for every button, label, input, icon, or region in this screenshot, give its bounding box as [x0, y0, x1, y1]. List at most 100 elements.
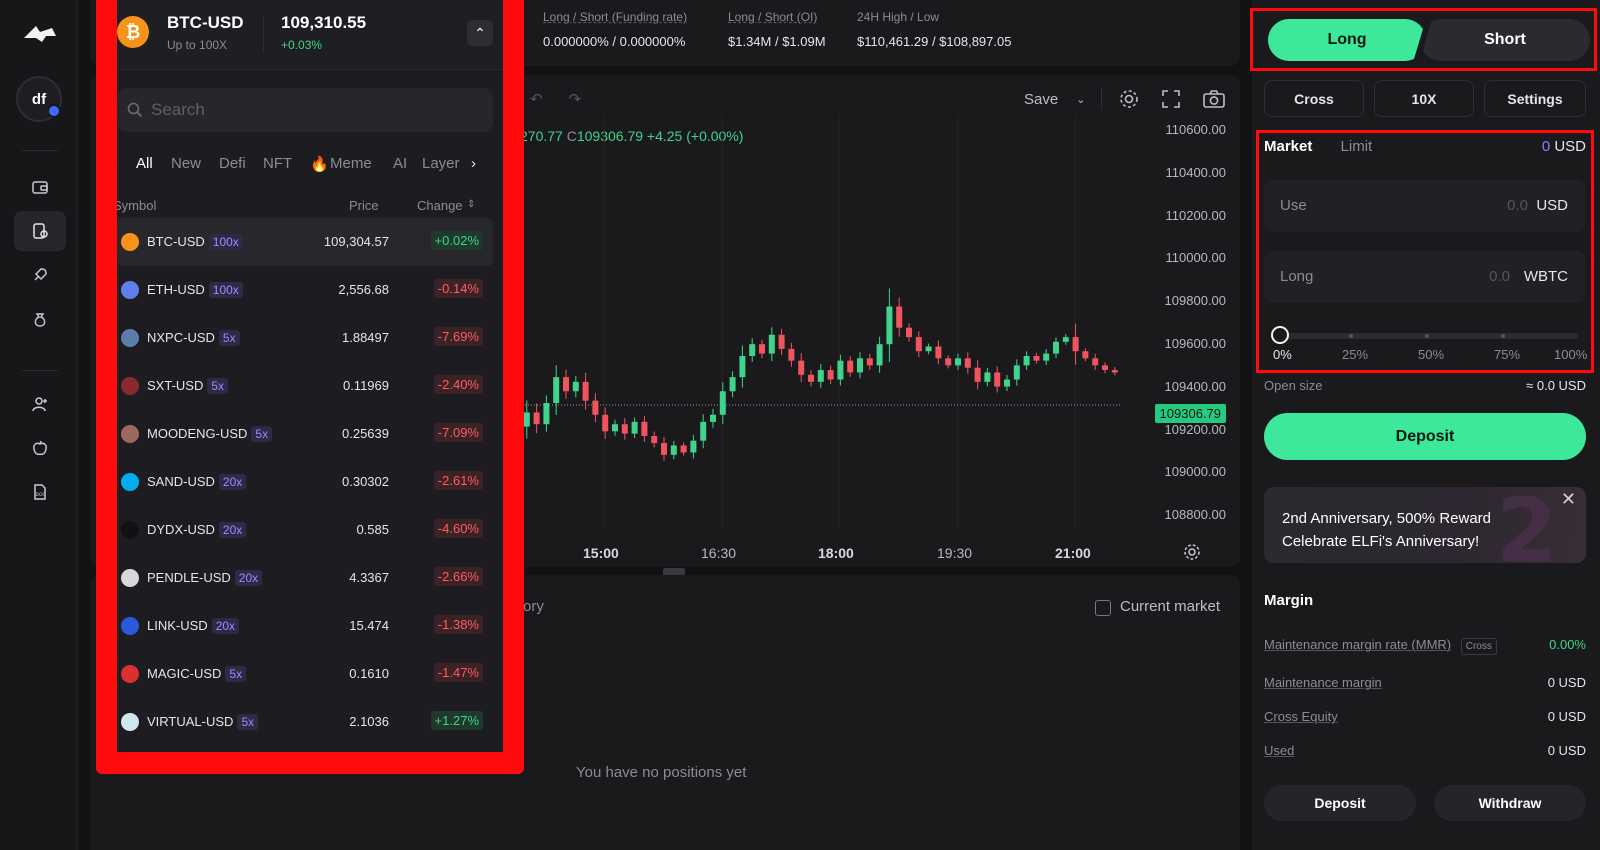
long-button[interactable]: Long [1268, 19, 1426, 61]
search-box[interactable] [117, 88, 493, 132]
market-row-change: +0.02% [430, 231, 483, 250]
candle [651, 435, 658, 444]
deposit-button[interactable]: Deposit [1264, 413, 1586, 460]
row-symbol-text: SXT-USD [147, 378, 204, 393]
margin-label[interactable]: Cross Equity [1264, 709, 1338, 724]
apple-icon[interactable] [14, 428, 66, 468]
tab-all[interactable]: All [136, 155, 153, 172]
slider-tick[interactable]: 25% [1342, 347, 1368, 362]
leverage-badge: 20x [211, 618, 240, 634]
long-value[interactable]: 0.0 [1489, 268, 1510, 285]
docs-icon[interactable]: DOC [14, 472, 66, 512]
candle [533, 412, 540, 425]
market-row[interactable]: SXT-USD 5x 0.11969 -2.40% [117, 362, 493, 410]
chevron-up-icon[interactable]: ⌃ [467, 20, 493, 46]
add-user-icon[interactable] [14, 384, 66, 424]
stat-value: $110,461.29 / $108,897.05 [857, 34, 1012, 49]
current-market-label[interactable]: Current market [1120, 598, 1220, 615]
margin-value: 0 USD [1547, 709, 1586, 724]
market-row[interactable]: BTC-USD 100x 109,304.57 +0.02% [117, 218, 493, 266]
candle [680, 445, 687, 453]
tab-limit[interactable]: Limit [1341, 138, 1373, 155]
leverage-button[interactable]: 10X [1374, 80, 1474, 117]
y-tick-label: 110000.00 [1165, 250, 1227, 266]
chevron-right-icon[interactable]: › [471, 155, 476, 172]
wallet-icon[interactable] [14, 167, 66, 207]
margin-deposit-button[interactable]: Deposit [1264, 785, 1416, 821]
app-logo-icon[interactable] [22, 22, 58, 46]
short-button[interactable]: Short [1420, 19, 1590, 61]
y-tick-label: 109600.00 [1164, 336, 1226, 351]
margin-label[interactable]: Maintenance margin [1264, 675, 1382, 690]
tab-layer[interactable]: Layer [422, 155, 460, 172]
close-icon[interactable]: ✕ [1561, 489, 1576, 510]
market-row[interactable]: DYDX-USD 20x 0.585 -4.60% [117, 506, 493, 554]
promo-banner[interactable]: 2 2nd Anniversary, 500% Reward Celebrate… [1264, 487, 1586, 563]
stat-label[interactable]: Long / Short (Funding rate) [543, 10, 687, 24]
market-row[interactable]: VIRTUAL-USD 5x 2.1036 +1.27% [117, 698, 493, 746]
search-input[interactable] [151, 88, 481, 132]
use-amount-field[interactable]: Use 0.0 USD [1264, 180, 1586, 232]
trade-icon[interactable] [14, 211, 66, 251]
market-leverage-note: Up to 100X [167, 38, 228, 52]
margin-label[interactable]: Used [1264, 743, 1294, 758]
market-symbol: BTC-USD [167, 13, 244, 32]
chevron-left-icon[interactable]: ‹ [117, 155, 118, 172]
x-tick-label: 15:00 [583, 545, 619, 561]
market-row[interactable]: MAGIC-USD 5x 0.1610 -1.47% [117, 650, 493, 698]
long-amount-field[interactable]: Long 0.0 WBTC [1264, 251, 1586, 303]
slider-tick[interactable]: 0% [1273, 347, 1292, 362]
leverage-badge: 5x [218, 330, 240, 346]
tab-history[interactable]: ory [523, 598, 544, 615]
long-unit: WBTC [1523, 268, 1568, 285]
candle [964, 358, 971, 368]
withdraw-button[interactable]: Withdraw [1434, 785, 1586, 821]
avatar[interactable]: df [16, 76, 62, 122]
margin-mode-button[interactable]: Cross [1264, 80, 1364, 117]
current-market-checkbox[interactable] [1095, 600, 1111, 616]
tab-meme[interactable]: Meme [330, 155, 372, 172]
settings-button[interactable]: Settings [1484, 80, 1586, 117]
market-row[interactable]: NXPC-USD 5x 1.88497 -7.69% [117, 314, 493, 362]
market-row-symbol: BTC-USD 100x [147, 234, 243, 250]
x-tick-label: 19:30 [937, 545, 973, 561]
tab-market[interactable]: Market [1264, 138, 1312, 155]
slider-tick[interactable]: 100% [1554, 347, 1587, 362]
market-row[interactable]: LINK-USD 20x 15.474 -1.38% [117, 602, 493, 650]
market-row[interactable]: PENDLE-USD 20x 4.3367 -2.66% [117, 554, 493, 602]
market-row[interactable]: SAND-USD 20x 0.30302 -2.61% [117, 458, 493, 506]
coin-icon [121, 233, 139, 251]
tab-nft[interactable]: NFT [263, 155, 292, 172]
sort-icon[interactable]: ⇕ [467, 199, 475, 210]
chart-settings-icon[interactable] [1183, 543, 1201, 561]
candle [778, 334, 785, 349]
row-symbol-text: DYDX-USD [147, 522, 215, 537]
market-row[interactable]: MOODENG-USD 5x 0.25639 -7.09% [117, 410, 493, 458]
candle [1013, 365, 1020, 380]
rocket-icon[interactable] [14, 255, 66, 295]
slider-tick[interactable]: 75% [1494, 347, 1520, 362]
candle [1111, 370, 1118, 373]
tab-new[interactable]: New [171, 155, 201, 172]
market-header[interactable]: ₿ BTC-USD Up to 100X 109,310.55 +0.03% ⌃ [117, 0, 503, 70]
open-size-row: Open size ≈ 0.0 USD [1264, 378, 1586, 393]
market-row-price: 0.11969 [342, 378, 389, 393]
column-change[interactable]: Change [417, 198, 463, 213]
tab-ai[interactable]: AI [393, 155, 407, 172]
leverage-badge: 20x [234, 570, 263, 586]
market-row-symbol: DYDX-USD 20x [147, 522, 247, 538]
tab-defi[interactable]: Defi [219, 155, 246, 172]
stat-label[interactable]: Long / Short (OI) [728, 10, 826, 24]
bag-icon[interactable] [14, 299, 66, 339]
order-type-tabs: Market Limit 0 USD [1264, 138, 1586, 155]
stat-value: 0.000000% / 0.000000% [543, 34, 686, 49]
btc-icon: ₿ [117, 16, 149, 48]
candle [1043, 353, 1050, 361]
market-row-change: -2.40% [433, 375, 483, 394]
market-row[interactable]: ETH-USD 100x 2,556.68 -0.14% [117, 266, 493, 314]
slider-tick[interactable]: 50% [1418, 347, 1444, 362]
margin-label[interactable]: Maintenance margin rate (MMR) [1264, 637, 1451, 652]
slider-handle[interactable] [1271, 326, 1289, 344]
candle [827, 370, 834, 380]
use-value[interactable]: 0.0 [1507, 197, 1528, 214]
